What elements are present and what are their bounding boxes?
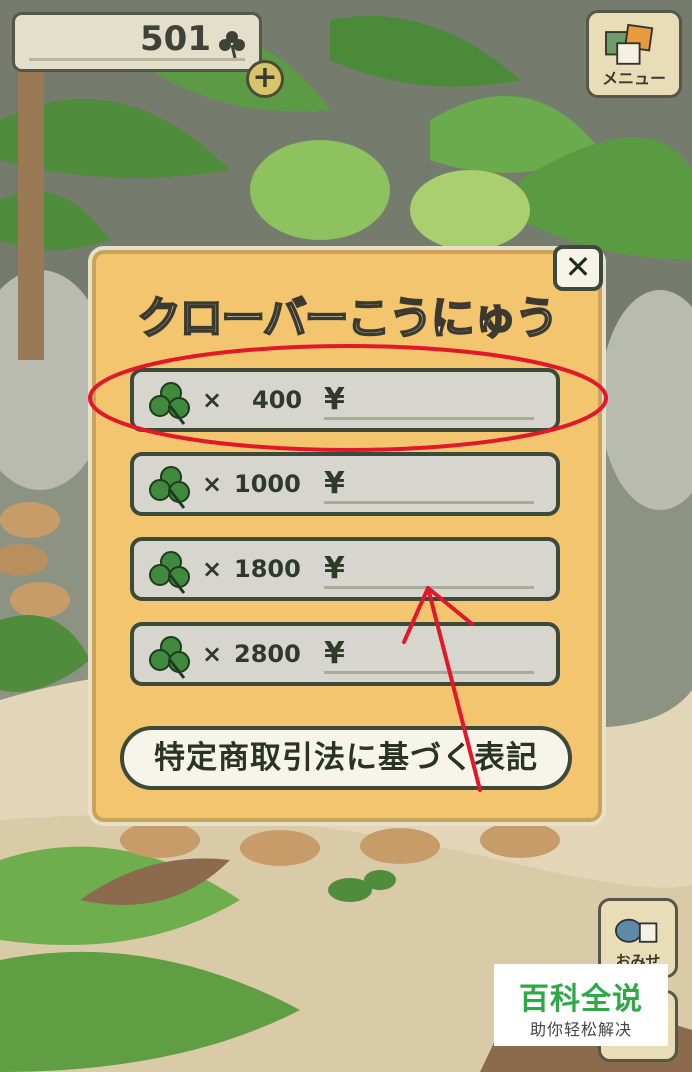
purchase-option-400[interactable]: × 400 ¥ xyxy=(130,368,560,432)
clover-count: 501 xyxy=(140,19,211,59)
option-quantity: 1800 xyxy=(234,555,301,583)
price-underline xyxy=(324,501,534,504)
times-sign: × xyxy=(202,386,223,414)
legal-notice-button[interactable]: 特定商取引法に基づく表記 xyxy=(120,726,572,790)
watermark-title: 百科全说 xyxy=(519,982,643,1017)
menu-label: メニュー xyxy=(601,69,666,88)
option-price: ¥ xyxy=(324,636,345,671)
shop-bag-icon xyxy=(615,918,658,943)
clover-icon xyxy=(149,551,190,594)
option-price: ¥ xyxy=(324,551,345,586)
price-underline xyxy=(324,671,534,674)
watermark-logo: 百科全说 助你轻松解决 xyxy=(494,964,668,1046)
purchase-option-1800[interactable]: × 1800 ¥ xyxy=(130,537,560,601)
times-sign: × xyxy=(202,470,223,498)
clover-icon xyxy=(149,466,190,509)
clover-counter: 501 xyxy=(12,12,262,72)
clover-icon xyxy=(149,382,190,425)
watermark-subtitle: 助你轻松解决 xyxy=(529,1020,632,1039)
option-quantity: 400 xyxy=(252,386,303,414)
option-quantity: 2800 xyxy=(234,640,301,668)
menu-button[interactable]: メニュー xyxy=(586,10,682,98)
option-price: ¥ xyxy=(324,466,345,501)
times-sign: × xyxy=(202,640,223,668)
clover-icon xyxy=(219,31,245,59)
purchase-option-2800[interactable]: × 2800 ¥ xyxy=(130,622,560,686)
dialog-title: クローバーこうにゅう xyxy=(136,292,560,345)
counter-underline xyxy=(29,58,245,61)
clover-icon xyxy=(149,636,190,679)
option-price: ¥ xyxy=(324,382,345,417)
option-quantity: 1000 xyxy=(234,470,301,498)
price-underline xyxy=(324,586,534,589)
times-sign: × xyxy=(202,555,223,583)
purchase-option-1000[interactable]: × 1000 ¥ xyxy=(130,452,560,516)
price-underline xyxy=(324,417,534,420)
add-clovers-button[interactable]: + xyxy=(246,60,284,98)
